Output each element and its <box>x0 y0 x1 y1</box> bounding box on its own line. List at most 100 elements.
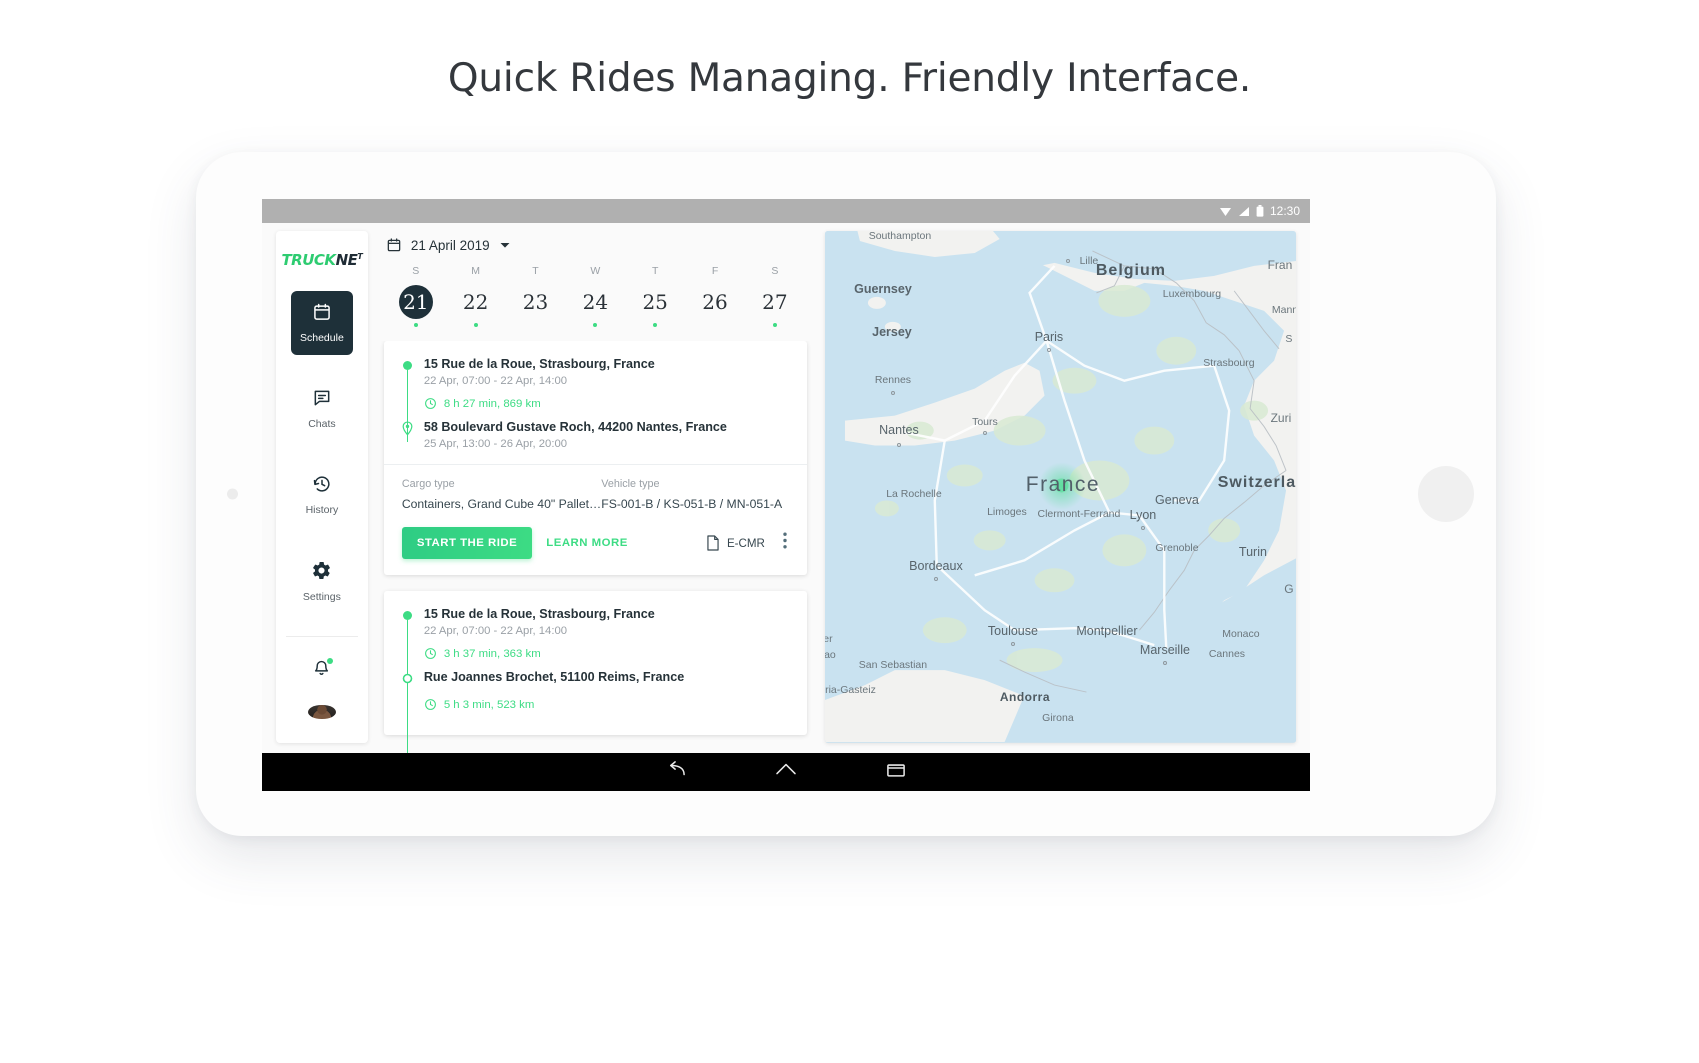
destination-window: 25 Apr, 13:00 - 26 Apr, 20:00 <box>423 438 568 450</box>
day-of-week-label: S <box>771 265 779 277</box>
sidebar-item-chats[interactable]: Chats <box>291 377 353 441</box>
ride-meta: Cargo type Containers, Grand Cube 40" Pa… <box>383 464 807 517</box>
route-highlight-glow <box>1037 462 1086 510</box>
day-24[interactable]: W 24 <box>567 265 623 327</box>
city-dot-nantes <box>896 443 901 447</box>
more-options-button[interactable] <box>779 532 791 554</box>
route-line <box>406 620 409 753</box>
city-dot-lille <box>1065 259 1070 263</box>
day-25[interactable]: T 25 <box>627 265 683 327</box>
home-icon <box>776 763 796 774</box>
city-dot-tours <box>982 431 987 435</box>
waypoint-address: Rue Joannes Brochet, 51100 Reims, France <box>423 670 685 684</box>
origin-dot-icon <box>402 611 412 620</box>
android-status-bar: 12:30 <box>262 199 1310 223</box>
vehicle-type-label: Vehicle type <box>601 478 660 490</box>
day-number: 24 <box>582 290 609 314</box>
sidebar-item-label-settings: Settings <box>302 591 341 603</box>
map-panel[interactable]: Belgium Switzerla Andorra France Southam… <box>824 231 1296 743</box>
date-picker-value: 21 April 2019 <box>410 237 490 253</box>
day-event-dot <box>772 323 777 327</box>
day-event-dot <box>593 323 598 327</box>
trucknet-logo: TRUCKNET <box>281 251 362 269</box>
city-dot-marseille <box>1162 661 1167 665</box>
origin-address: 15 Rue de la Roue, Strasbourg, France <box>423 607 655 621</box>
destination-address: 58 Boulevard Gustave Roch, 44200 Nantes,… <box>423 420 727 434</box>
origin-stop: 15 Rue de la Roue, Strasbourg, France 22… <box>402 607 789 753</box>
leg-text: 5 h 3 min, 523 km <box>443 698 535 711</box>
logo-part-truck: TRUCK <box>281 251 336 269</box>
sidebar-item-history[interactable]: History <box>291 463 353 527</box>
day-of-week-label: M <box>471 265 481 277</box>
week-strip: S 21 M 22 T 23 W 24 T 25 F 26 S 27 <box>380 265 811 327</box>
sidebar-item-label-chats: Chats <box>308 418 336 430</box>
chat-icon <box>314 390 330 406</box>
day-of-week-label: T <box>651 265 659 277</box>
clock-icon <box>424 648 436 659</box>
waypoint-stop: Rue Joannes Brochet, 51100 Reims, France <box>402 670 789 684</box>
ecmr-label: E-CMR <box>726 536 765 550</box>
ride-list[interactable]: 15 Rue de la Roue, Strasbourg, France 22… <box>380 341 811 753</box>
leg-duration-distance: 5 h 3 min, 523 km <box>402 688 789 721</box>
leg-duration-distance: 3 h 37 min, 363 km <box>402 637 789 670</box>
day-of-week-label: F <box>711 265 719 277</box>
day-22[interactable]: M 22 <box>448 265 504 327</box>
learn-more-button[interactable]: LEARN MORE <box>546 537 628 549</box>
day-event-dot <box>713 323 717 327</box>
day-21[interactable]: S 21 <box>388 265 444 327</box>
cargo-type-label: Cargo type <box>401 478 455 490</box>
recents-button[interactable] <box>885 761 907 784</box>
origin-window: 22 Apr, 07:00 - 22 Apr, 14:00 <box>423 375 568 387</box>
ecmr-button[interactable]: E-CMR <box>706 535 765 551</box>
day-23[interactable]: T 23 <box>508 265 564 327</box>
chevron-down-icon[interactable] <box>499 239 511 251</box>
cargo-type-block: Cargo type Containers, Grand Cube 40" Pa… <box>402 478 601 511</box>
day-of-week-label: W <box>590 265 601 277</box>
leg-text: 3 h 37 min, 363 km <box>443 647 541 660</box>
day-number: 25 <box>642 290 668 314</box>
destination-pin-icon <box>402 421 413 436</box>
app-root: TRUCKNET Schedule Chats History Settings… <box>262 223 1310 753</box>
clock-icon <box>424 699 436 710</box>
vehicle-type-value: FS-001-B / KS-051-B / MN-051-A <box>601 497 783 511</box>
day-number: 21 <box>398 285 433 319</box>
calendar-icon <box>387 238 401 252</box>
sidebar-item-settings[interactable]: Settings <box>291 549 353 614</box>
device-body: 12:30 TRUCKNET Schedule Chats History Se… <box>196 152 1496 836</box>
waypoint-dot-icon <box>402 673 413 684</box>
day-number: 23 <box>522 290 549 314</box>
back-icon <box>670 760 685 775</box>
ride-card[interactable]: 15 Rue de la Roue, Strasbourg, France 22… <box>383 341 807 575</box>
start-the-ride-button[interactable]: START THE RIDE <box>401 527 533 559</box>
schedule-panel: 21 April 2019 S 21 M 22 T 23 W 24 T 25 F… <box>380 231 811 753</box>
day-event-dot <box>413 323 418 327</box>
date-picker[interactable]: 21 April 2019 <box>380 231 811 265</box>
home-button[interactable] <box>775 761 797 784</box>
city-dot-lyon <box>1140 526 1145 530</box>
day-27[interactable]: S 27 <box>747 265 803 327</box>
day-number: 22 <box>462 290 489 314</box>
vehicle-type-block: Vehicle type FS-001-B / KS-051-B / MN-05… <box>601 478 789 511</box>
day-number: 27 <box>762 290 788 314</box>
home-button-physical[interactable] <box>1418 466 1474 522</box>
day-26[interactable]: F 26 <box>687 265 743 327</box>
back-button[interactable] <box>665 760 687 784</box>
history-icon <box>313 476 330 492</box>
avatar[interactable] <box>307 704 336 719</box>
leg-duration-distance: 8 h 27 min, 869 km <box>402 387 789 420</box>
ride-card[interactable]: 15 Rue de la Roue, Strasbourg, France 22… <box>383 591 807 753</box>
clock: 12:30 <box>1269 204 1300 218</box>
camera-dot <box>227 488 238 500</box>
origin-window: 22 Apr, 07:00 - 22 Apr, 14:00 <box>423 625 568 637</box>
kebab-menu-icon <box>783 532 787 549</box>
notifications-button[interactable] <box>312 657 334 683</box>
day-number: 26 <box>702 290 728 314</box>
sidebar-item-schedule[interactable]: Schedule <box>290 291 353 355</box>
logo-part-t: T <box>357 252 363 261</box>
logo-part-net: NE <box>335 251 358 269</box>
day-of-week-label: T <box>532 265 539 277</box>
destination-stop: 58 Boulevard Gustave Roch, 44200 Nantes,… <box>402 420 789 450</box>
battery-icon <box>1256 205 1264 217</box>
wifi-icon <box>1219 207 1231 216</box>
cargo-type-value: Containers, Grand Cube 40" Pallet… <box>401 497 602 511</box>
